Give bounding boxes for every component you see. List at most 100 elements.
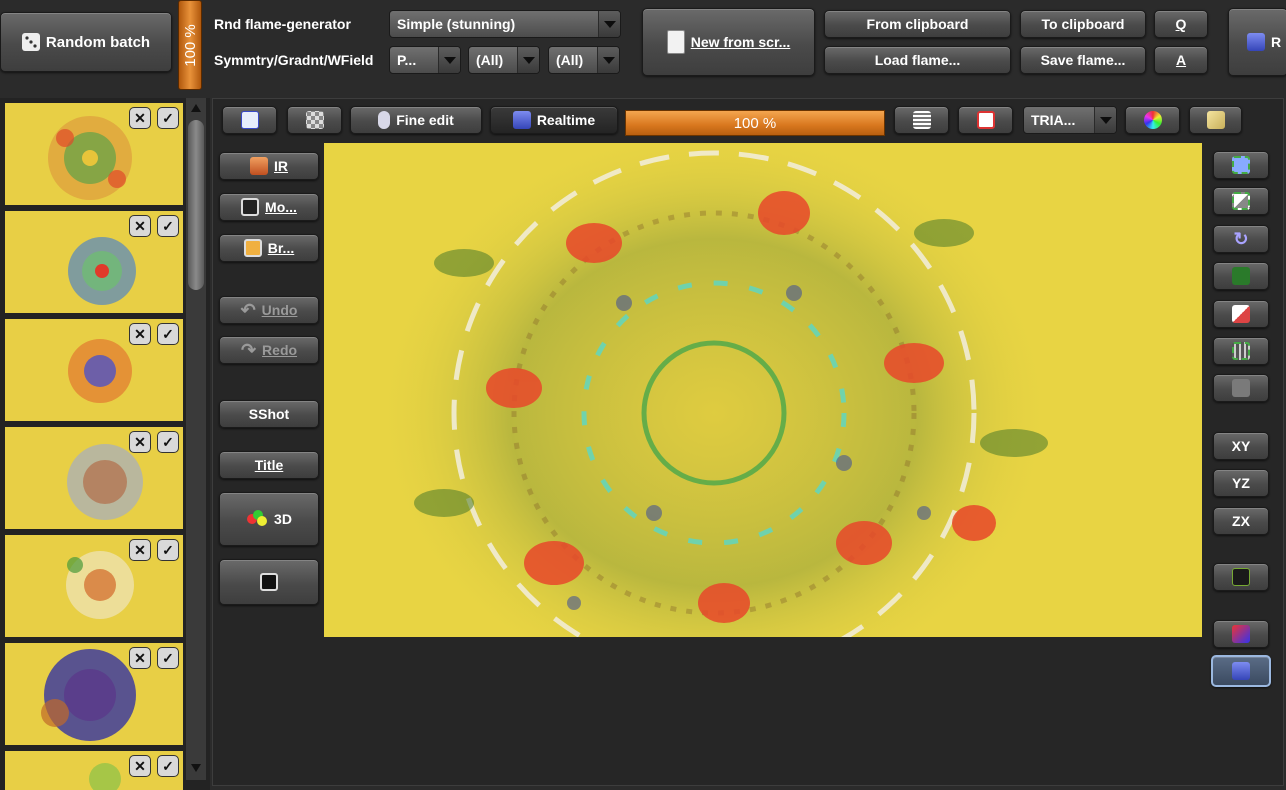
redo-button[interactable]: ↷ Redo <box>219 336 319 364</box>
movie-button[interactable] <box>219 559 319 605</box>
guides-toggle-button[interactable] <box>958 106 1013 134</box>
thumbnail-4[interactable]: ✕ ✓ <box>5 427 183 529</box>
select-thumbnail-checkbox[interactable]: ✓ <box>157 431 179 453</box>
browse-button[interactable]: Br... <box>219 234 319 262</box>
render-icon <box>1247 33 1265 51</box>
grid-tool-button[interactable] <box>1213 337 1269 365</box>
save-flame-button[interactable]: Save flame... <box>1020 46 1146 74</box>
realtime-button[interactable]: Realtime <box>490 106 618 134</box>
remove-thumbnail-button[interactable]: ✕ <box>129 107 151 129</box>
scroll-down-icon[interactable] <box>188 760 204 776</box>
thumbnail-7[interactable]: ✕ ✓ <box>5 751 183 790</box>
gradient-editor-button[interactable] <box>1213 620 1269 648</box>
select-thumbnail-checkbox[interactable]: ✓ <box>157 215 179 237</box>
image-frame-icon <box>1232 156 1250 174</box>
chevron-down-icon <box>517 47 539 73</box>
xy-label: XY <box>1231 438 1251 454</box>
to-clipboard-button[interactable]: To clipboard <box>1020 10 1146 38</box>
thumbnail-1[interactable]: ✕ ✓ <box>5 103 183 205</box>
thumbnail-5[interactable]: ✕ ✓ <box>5 535 183 637</box>
scrollbar-thumb[interactable] <box>188 120 204 290</box>
chevron-down-icon <box>597 47 619 73</box>
remove-thumbnail-button[interactable]: ✕ <box>129 647 151 669</box>
flame-tree-button[interactable] <box>222 106 277 134</box>
rotate-icon: ↻ <box>1233 228 1249 249</box>
scale-tool-button[interactable] <box>1213 187 1269 215</box>
wfield-value: (All) <box>556 52 584 68</box>
scroll-up-icon[interactable] <box>188 100 204 116</box>
mouse-icon <box>378 111 391 129</box>
rnd-generator-select[interactable]: Simple (stunning) <box>389 10 621 38</box>
thumbnail-3[interactable]: ✕ ✓ <box>5 319 183 421</box>
new-from-scratch-button[interactable]: New from scr... <box>642 8 815 76</box>
disabled-tool-button[interactable] <box>1213 374 1269 402</box>
grid-toggle-button[interactable] <box>894 106 949 134</box>
select-thumbnail-checkbox[interactable]: ✓ <box>157 539 179 561</box>
chevron-down-icon <box>438 47 460 73</box>
symmetry-label: Symmtry/Gradnt/WField <box>214 52 374 68</box>
undo-icon: ↶ <box>240 299 256 320</box>
title-label: Title <box>254 457 284 473</box>
thumbnail-6[interactable]: ✕ ✓ <box>5 643 183 745</box>
bg-color-button[interactable] <box>1189 106 1242 134</box>
q-button[interactable]: Q <box>1154 10 1208 38</box>
select-thumbnail-checkbox[interactable]: ✓ <box>157 755 179 777</box>
remove-thumbnail-button[interactable]: ✕ <box>129 215 151 237</box>
rotate-tool-button[interactable]: ↻ <box>1213 225 1269 253</box>
q-label: Q <box>1175 16 1187 32</box>
select-thumbnail-checkbox[interactable]: ✓ <box>157 323 179 345</box>
select-thumbnail-checkbox[interactable]: ✓ <box>157 647 179 669</box>
remove-thumbnail-button[interactable]: ✕ <box>129 539 151 561</box>
render-button[interactable]: R <box>1228 8 1286 76</box>
remove-thumbnail-button[interactable]: ✕ <box>129 755 151 777</box>
remove-thumbnail-button[interactable]: ✕ <box>129 323 151 345</box>
snapshot-button[interactable]: SShot <box>219 400 319 428</box>
yz-plane-button[interactable]: YZ <box>1213 469 1269 497</box>
triangle-mode-select[interactable]: TRIA... <box>1023 106 1117 134</box>
grid-lines-icon <box>1232 342 1250 360</box>
select-thumbnail-checkbox[interactable]: ✓ <box>157 107 179 129</box>
gpu-render-button[interactable] <box>1213 563 1269 591</box>
render-progress-value: 100 % <box>733 114 777 132</box>
from-clipboard-label: From clipboard <box>866 16 969 32</box>
xy-plane-button[interactable]: XY <box>1213 432 1269 460</box>
undo-button[interactable]: ↶ Undo <box>219 296 319 324</box>
symmetry-select[interactable]: P... <box>389 46 461 74</box>
film-clapper-icon <box>241 198 260 216</box>
checkerboard-icon <box>305 111 324 129</box>
title-button[interactable]: Title <box>219 451 319 479</box>
new-document-icon <box>666 30 685 54</box>
redo-icon: ↷ <box>240 339 257 360</box>
three-d-button[interactable]: 3D <box>219 492 319 546</box>
realtime-render-toggle-button[interactable] <box>1211 655 1271 687</box>
thumbnail-2[interactable]: ✕ ✓ <box>5 211 183 313</box>
fine-edit-button[interactable]: Fine edit <box>350 106 482 134</box>
wfield-select[interactable]: (All) <box>548 46 620 74</box>
rgb-balls-icon <box>246 509 268 530</box>
flame-preview-canvas[interactable] <box>324 143 1202 637</box>
a-button[interactable]: A <box>1154 46 1208 74</box>
dice-icon <box>21 33 40 51</box>
zoom-tool-button[interactable] <box>1213 262 1269 290</box>
zx-plane-button[interactable]: ZX <box>1213 507 1269 535</box>
undo-label: Undo <box>261 302 298 318</box>
remove-thumbnail-button[interactable]: ✕ <box>129 431 151 453</box>
gradient-select[interactable]: (All) <box>468 46 540 74</box>
ir-button[interactable]: IR <box>219 152 319 180</box>
yz-label: YZ <box>1232 475 1250 491</box>
random-batch-button[interactable]: Random batch <box>0 12 172 72</box>
morph-button[interactable]: Mo... <box>219 193 319 221</box>
batch-size-slider[interactable]: 100 % <box>178 0 202 90</box>
snapshot-label: SShot <box>248 406 290 422</box>
from-clipboard-button[interactable]: From clipboard <box>824 10 1011 38</box>
gradient-value: (All) <box>476 52 504 68</box>
a-label: A <box>1175 52 1187 68</box>
frame-guides-icon <box>976 111 995 129</box>
render-progress-bar: 100 % <box>625 110 885 136</box>
load-flame-button[interactable]: Load flame... <box>824 46 1011 74</box>
color-wheel-button[interactable] <box>1125 106 1180 134</box>
fit-image-button[interactable] <box>1213 151 1269 179</box>
transparency-button[interactable] <box>287 106 342 134</box>
triangle-tool-button[interactable] <box>1213 300 1269 328</box>
triangle-mode-value: TRIA... <box>1031 112 1076 128</box>
